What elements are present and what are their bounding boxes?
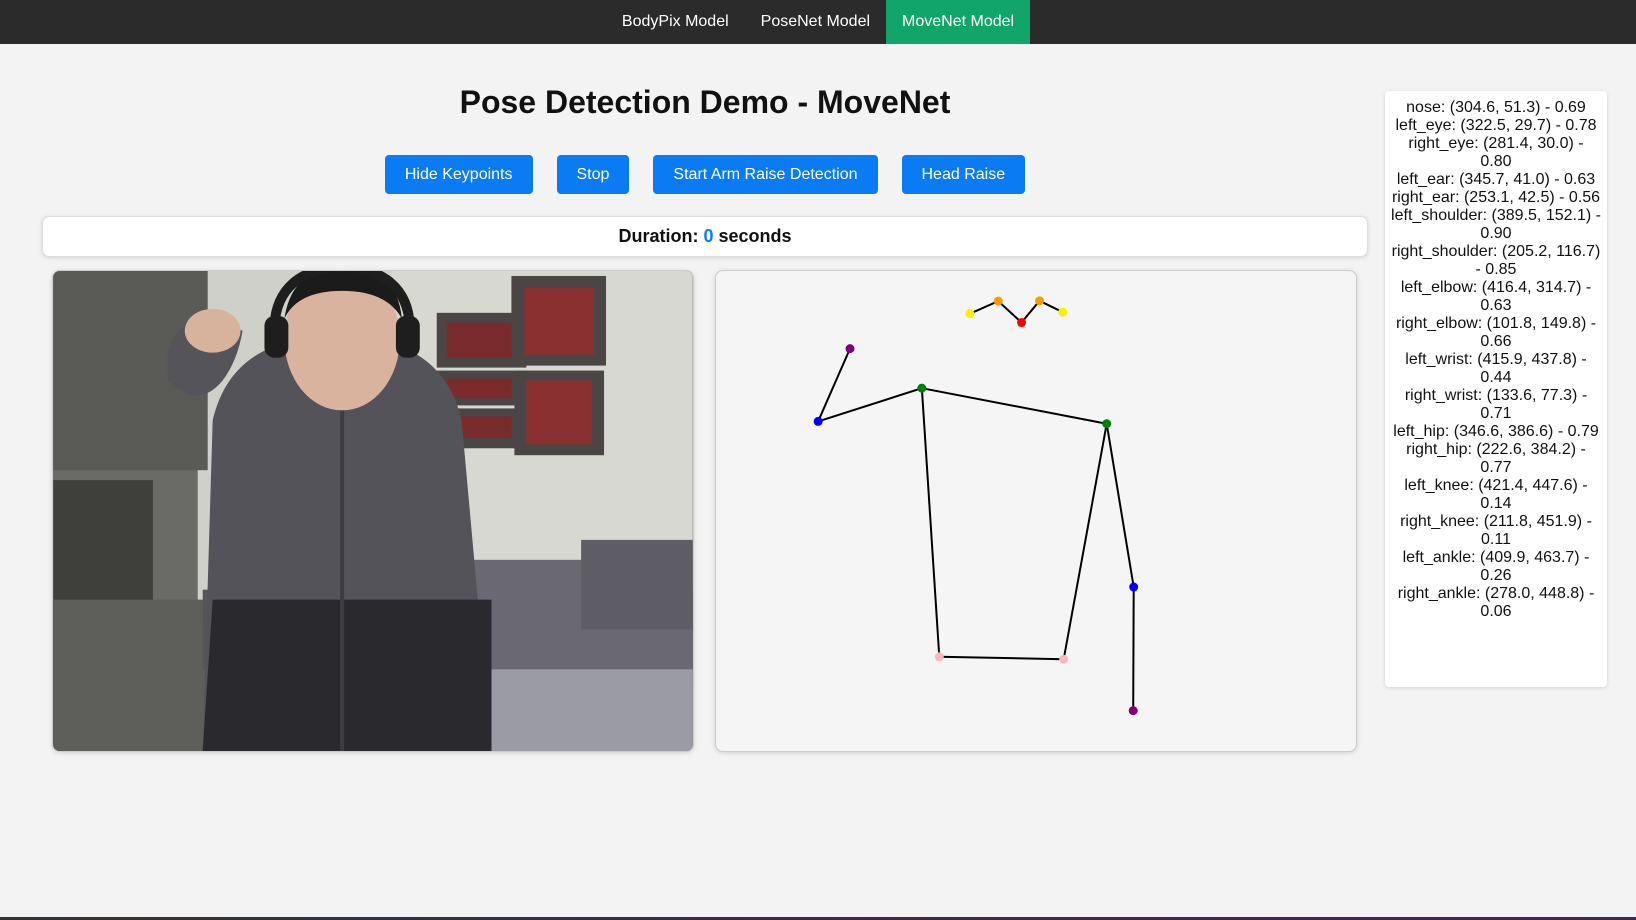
skeleton-edge-nose-to-right-eye [997,300,1023,324]
nav-bodypix[interactable]: BodyPix Model [606,0,745,44]
page-title: Pose Detection Demo - MoveNet [459,84,951,120]
keypoint-dot-right-wrist [845,344,855,354]
keypoint-item-right-ankle: right_ankle: (278.0, 448.8) - 0.06 [1397,585,1595,620]
nav-posenet[interactable]: PoseNet Model [745,0,886,44]
stop-button[interactable]: Stop [556,155,630,194]
duration-value: 0 [703,226,714,246]
skeleton-edge-left-elbow-to-left-wrist [1132,587,1135,711]
skeleton-edge-left-shoulder-to-left-hip [1062,423,1108,660]
keypoint-list: nose: (304.6, 51.3) - 0.69 left_eye: (322… [1385,91,1607,687]
duration-label: Duration: [618,226,699,246]
skeleton-edge-right-elbow-to-right-wrist [817,348,851,422]
keypoint-dot-left-elbow [1129,582,1139,592]
skeleton-edge-left-hip-to-right-hip [939,655,1064,661]
arm-raise-button[interactable]: Start Arm Raise Detection [653,155,878,194]
duration-display: Duration: 0 seconds [42,216,1368,257]
skeleton-edge-right-eye-to-right-ear [969,300,999,315]
keypoint-item-left-ear: left_ear: (345.7, 41.0) - 0.63 [1396,171,1596,188]
head-raise-button[interactable]: Head Raise [901,155,1026,194]
keypoint-item-right-ear: right_ear: (253.1, 42.5) - 0.56 [1391,189,1601,206]
control-buttons: Hide Keypoints Stop Start Arm Raise Dete… [40,155,1370,194]
keypoint-dot-left-ear [1058,307,1068,317]
keypoint-item-right-wrist: right_wrist: (133.6, 77.3) - 0.71 [1404,387,1588,422]
keypoint-item-left-ankle: left_ankle: (409.9, 463.7) - 0.26 [1402,549,1590,584]
keypoint-dot-right-shoulder [917,383,927,393]
keypoint-dot-left-wrist [1128,706,1138,716]
skeleton-edge-left-shoulder-to-right-shoulder [921,387,1107,425]
keypoint-item-left-shoulder: left_shoulder: (389.5, 152.1) - 0.90 [1391,207,1601,242]
duration-unit: seconds [718,226,792,246]
keypoint-dot-right-eye [993,296,1003,306]
hide-keypoints-button[interactable]: Hide Keypoints [384,155,533,194]
keypoint-item-left-hip: left_hip: (346.6, 386.6) - 0.79 [1393,423,1599,440]
webcam-feed [53,271,693,751]
keypoint-item-right-hip: right_hip: (222.6, 384.2) - 0.77 [1406,441,1586,476]
keypoint-item-right-shoulder: right_shoulder: (205.2, 116.7) - 0.85 [1391,243,1601,278]
skeleton-canvas-panel [715,270,1357,752]
keypoint-dot-nose [1017,318,1027,328]
keypoint-dot-right-elbow [813,416,823,426]
skeleton-edge-right-shoulder-to-right-elbow [817,387,923,423]
keypoint-item-left-eye: left_eye: (322.5, 29.7) - 0.78 [1395,117,1597,134]
keypoint-item-right-elbow: right_elbow: (101.8, 149.8) - 0.66 [1395,315,1597,350]
nav-movenet[interactable]: MoveNet Model [886,0,1031,44]
keypoint-dot-right-hip [934,652,944,662]
keypoint-item-right-knee: right_knee: (211.8, 451.9) - 0.11 [1400,513,1592,548]
keypoint-item-left-knee: left_knee: (421.4, 447.6) - 0.14 [1404,477,1588,512]
skeleton-edge-left-shoulder-to-left-elbow [1105,423,1135,588]
keypoint-item-nose: nose: (304.6, 51.3) - 0.69 [1406,99,1586,116]
keypoint-dot-right-ear [965,309,975,319]
keypoint-item-right-eye: right_eye: (281.4, 30.0) - 0.80 [1408,135,1584,170]
webcam-video-panel [52,270,694,752]
skeleton-canvas [813,296,1139,716]
keypoint-dot-left-hip [1059,654,1069,664]
top-navbar: BodyPix Model PoseNet Model MoveNet Mode… [0,0,1636,44]
keypoint-item-left-wrist: left_wrist: (415.9, 437.8) - 0.44 [1405,351,1587,386]
keypoint-dot-left-eye [1035,296,1045,306]
keypoint-dot-left-shoulder [1102,419,1112,429]
keypoint-item-left-elbow: left_elbow: (416.4, 314.7) - 0.63 [1400,279,1592,314]
skeleton-edge-right-shoulder-to-right-hip [920,388,941,657]
